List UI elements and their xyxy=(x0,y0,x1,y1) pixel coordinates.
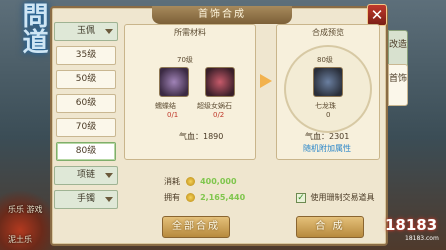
preview-item-slot[interactable] xyxy=(313,67,343,97)
have-label: 拥有 xyxy=(164,193,180,202)
trade-item-label: 使用珊制交易道具 xyxy=(310,193,375,202)
compose-all-button[interactable]: 全部合成 xyxy=(162,216,230,238)
category-necklace[interactable]: 项链 xyxy=(54,166,118,185)
chevron-down-icon xyxy=(105,197,113,202)
close-button[interactable]: ✕ xyxy=(367,4,387,26)
category-jade[interactable]: 玉佩 xyxy=(54,22,118,41)
preview-level: 80级 xyxy=(317,56,333,64)
trade-item-option[interactable]: ✓ 使用珊制交易道具 xyxy=(296,192,375,203)
material-count-1: 0/1 xyxy=(167,111,179,119)
preview-box: 合成预览 80级 七龙珠 0 气血：2301 随机附加属性 xyxy=(276,24,380,160)
materials-stat: 气血：1890 xyxy=(179,132,224,141)
checkbox-checked-icon[interactable]: ✓ xyxy=(296,192,306,203)
coin-icon xyxy=(185,177,195,186)
materials-header: 所需材料 xyxy=(174,28,206,37)
bg-text-1: 乐乐 游戏 xyxy=(8,205,43,214)
material-slot-2[interactable] xyxy=(205,67,235,97)
level-item-80[interactable]: 80级 xyxy=(56,142,116,161)
preview-name: 七龙珠 xyxy=(315,102,336,110)
random-attr-link[interactable]: 随机附加属性 xyxy=(303,143,351,154)
material-count-2: 0/2 xyxy=(213,111,225,119)
materials-box: 所需材料 70级 蠕蝶结 超级女娲石 0/1 0/2 气血：1890 xyxy=(124,24,256,160)
level-item-60[interactable]: 60级 xyxy=(56,94,116,113)
game-logo: 問道 xyxy=(18,2,48,54)
window-title: 首饰合成 xyxy=(152,6,292,24)
chevron-down-icon xyxy=(105,173,113,178)
tab-transform-label: 改造 xyxy=(389,40,408,50)
consume-value: 400,000 xyxy=(200,177,237,186)
tab-jewelry-label: 首饰 xyxy=(389,74,408,84)
level-item-70[interactable]: 70级 xyxy=(56,118,116,137)
watermark-logo: 18183 xyxy=(385,216,438,234)
owned-row: 拥有 2,165,440 xyxy=(164,192,245,203)
level-item-35[interactable]: 35级 xyxy=(56,46,116,65)
material-name-2: 超级女娲石 xyxy=(197,102,232,110)
bg-text-2: 泥土乐 xyxy=(8,235,32,244)
cost-row: 消耗 400,000 xyxy=(164,176,237,187)
consume-label: 消耗 xyxy=(164,177,180,186)
tab-jewelry[interactable]: 首饰 xyxy=(388,64,408,106)
chevron-down-icon xyxy=(105,29,113,34)
material-slot-1[interactable] xyxy=(159,67,189,97)
level-item-50[interactable]: 50级 xyxy=(56,70,116,89)
materials-level: 70级 xyxy=(177,56,193,64)
material-name-1: 蠕蝶结 xyxy=(155,102,176,110)
have-value: 2,165,440 xyxy=(200,193,246,202)
watermark-site: 18183.com xyxy=(405,235,439,242)
preview-stat: 气血：2301 xyxy=(305,132,350,141)
category-list: 玉佩 35级 50级 60级 70级 80级 项链 手镯 xyxy=(54,22,118,240)
arrow-right-icon xyxy=(260,74,272,88)
category-bracelet-label: 手镯 xyxy=(76,194,95,204)
compose-button[interactable]: 合 成 xyxy=(296,216,364,238)
coin-icon xyxy=(185,193,195,202)
category-necklace-label: 项链 xyxy=(76,170,95,180)
category-jade-label: 玉佩 xyxy=(76,26,95,36)
preview-count: 0 xyxy=(326,111,331,119)
category-bracelet[interactable]: 手镯 xyxy=(54,190,118,209)
preview-header: 合成预览 xyxy=(312,28,344,37)
